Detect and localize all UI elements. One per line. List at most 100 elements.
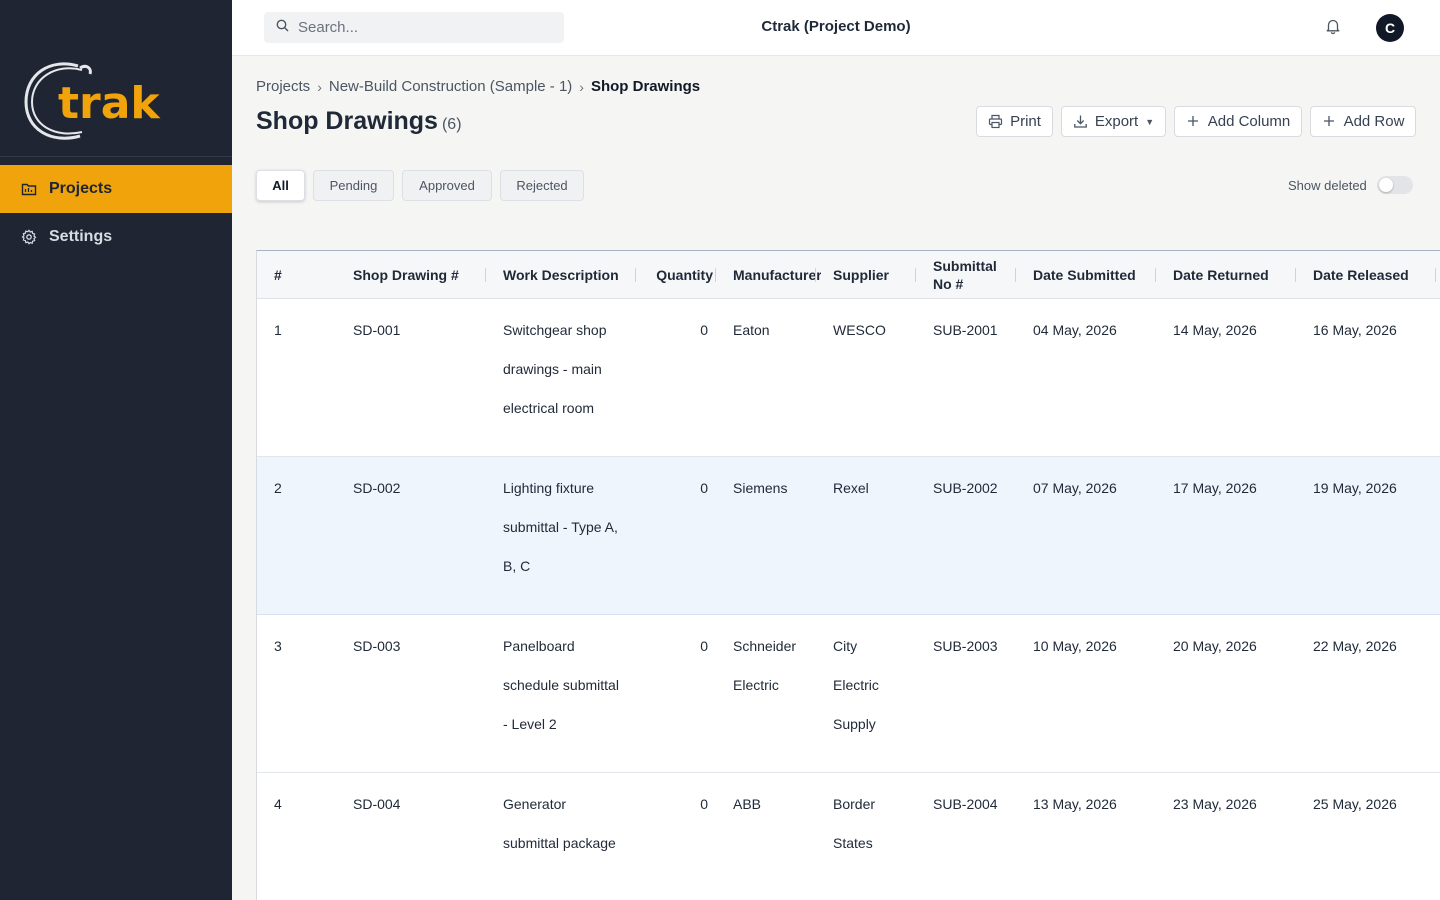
chevron-right-icon: › (317, 78, 322, 95)
col-number-cell: 2 (274, 480, 282, 496)
col-submittal-no-cell: SUB-2004 (933, 796, 998, 812)
page-title: Shop Drawings (6) (256, 107, 462, 136)
svg-text:trak: trak (58, 78, 161, 129)
page-title-text: Shop Drawings (256, 107, 438, 135)
table-row[interactable]: 1 SD-001 Switchgear shop drawings - main ele… (257, 299, 1440, 457)
sidebar-item-projects[interactable]: Projects (0, 165, 232, 213)
col-number-cell: 3 (274, 638, 282, 654)
column-resize-handle[interactable] (1295, 268, 1296, 282)
col-submittal-no-cell: SUB-2001 (933, 322, 998, 338)
col-number-cell: 4 (274, 796, 282, 812)
col-work-description-cell: Switchgear shop drawings - main electrical… (503, 322, 607, 416)
col-date-released-cell: 19 May, 2026 (1313, 480, 1397, 496)
col-shop-drawing-cell: SD-003 (353, 638, 401, 654)
plus-icon (1186, 114, 1202, 130)
export-button[interactable]: Export ▼ (1061, 106, 1166, 137)
col-supplier-cell: WESCO (833, 322, 886, 338)
col-submittal-no-cell: SUB-2003 (933, 638, 998, 654)
col-supplier-cell: Border States (833, 796, 876, 851)
folder-icon (20, 180, 38, 198)
sidebar-item-settings[interactable]: Settings (0, 213, 232, 261)
plus-icon (1322, 114, 1338, 130)
printer-icon (988, 114, 1004, 130)
col-number-cell: 1 (274, 322, 282, 338)
breadcrumb-project[interactable]: New-Build Construction (Sample - 1) (329, 78, 572, 95)
table-header: # Shop Drawing # Work Description Quantity M… (257, 251, 1440, 299)
col-submittal-no-cell: SUB-2002 (933, 480, 998, 496)
col-date-released-cell: 16 May, 2026 (1313, 322, 1397, 338)
print-button[interactable]: Print (976, 106, 1053, 137)
tab-rejected[interactable]: Rejected (500, 170, 584, 201)
column-resize-handle[interactable] (1015, 268, 1016, 282)
col-date-returned-cell: 14 May, 2026 (1173, 322, 1257, 338)
col-supplier-cell: Rexel (833, 480, 869, 496)
col-manufacturer-header[interactable]: Manufacturer (733, 251, 821, 299)
caret-down-icon: ▼ (1145, 116, 1155, 127)
app-title: Ctrak (Project Demo) (761, 18, 911, 35)
col-date-submitted-cell: 07 May, 2026 (1033, 480, 1117, 496)
column-resize-handle[interactable] (635, 268, 636, 282)
sidebar-divider (0, 156, 232, 157)
col-supplier-header[interactable]: Supplier (833, 251, 913, 299)
col-work-description-cell: Panelboard schedule submittal - Level 2 (503, 638, 619, 732)
col-manufacturer-cell: Eaton (733, 322, 770, 338)
col-number-header[interactable]: # (274, 251, 334, 299)
show-deleted-label: Show deleted (1288, 178, 1367, 193)
col-quantity-cell: 0 (700, 480, 708, 496)
add-column-label: Add Column (1207, 113, 1291, 130)
col-date-returned-header[interactable]: Date Returned (1173, 251, 1303, 299)
export-label: Export (1094, 113, 1139, 130)
add-column-button[interactable]: Add Column (1174, 106, 1302, 137)
column-resize-handle[interactable] (1155, 268, 1156, 282)
col-supplier-cell: City Electric Supply (833, 638, 879, 732)
col-quantity-header[interactable]: Quantity (653, 251, 713, 299)
col-quantity-cell: 0 (700, 322, 708, 338)
column-resize-handle[interactable] (715, 268, 716, 282)
shop-drawings-table: # Shop Drawing # Work Description Quantity M… (256, 250, 1440, 900)
row-count-badge: (6) (441, 116, 462, 133)
column-resize-handle[interactable] (815, 268, 816, 282)
tab-pending[interactable]: Pending (313, 170, 394, 201)
toggle-knob (1379, 178, 1393, 192)
add-row-label: Add Row (1343, 113, 1405, 130)
chevron-right-icon: › (579, 78, 584, 95)
col-date-submitted-cell: 13 May, 2026 (1033, 796, 1117, 812)
col-manufacturer-cell: Siemens (733, 480, 788, 496)
bell-icon[interactable] (1324, 17, 1344, 37)
col-date-released-header[interactable]: Date Released (1313, 251, 1433, 299)
col-shop-drawing-cell: SD-002 (353, 480, 401, 496)
download-icon (1073, 114, 1089, 130)
col-quantity-cell: 0 (700, 796, 708, 812)
col-manufacturer-cell: Schneider Electric (733, 638, 797, 693)
show-deleted-toggle[interactable] (1377, 176, 1413, 194)
tab-approved[interactable]: Approved (402, 170, 492, 201)
col-quantity-cell: 0 (700, 638, 708, 654)
column-resize-handle[interactable] (1435, 268, 1436, 282)
col-shop-drawing-header[interactable]: Shop Drawing # (353, 251, 483, 299)
col-date-released-cell: 25 May, 2026 (1313, 796, 1397, 812)
print-label: Print (1010, 113, 1041, 130)
sidebar-item-label: Projects (49, 180, 113, 197)
column-resize-handle[interactable] (485, 268, 486, 282)
add-row-button[interactable]: Add Row (1310, 106, 1416, 137)
col-submittal-no-header[interactable]: Submittal No # (933, 251, 1013, 299)
avatar[interactable]: C (1376, 14, 1404, 42)
topbar: Ctrak (Project Demo) C (232, 0, 1440, 56)
sidebar: trak Projects Settings (0, 0, 232, 900)
col-date-submitted-cell: 10 May, 2026 (1033, 638, 1117, 654)
breadcrumb: Projects › New-Build Construction (Sampl… (256, 78, 700, 95)
col-work-description-header[interactable]: Work Description (503, 251, 628, 299)
column-resize-handle[interactable] (915, 268, 916, 282)
table-row[interactable]: 3 SD-003 Panelboard schedule submittal - Lev… (257, 615, 1440, 773)
ctrak-logo[interactable]: trak (20, 60, 165, 144)
table-row[interactable]: 4 SD-004 Generator submittal package 0 ABB Bor… (257, 773, 1440, 900)
col-date-returned-cell: 23 May, 2026 (1173, 796, 1257, 812)
col-shop-drawing-cell: SD-004 (353, 796, 401, 812)
col-shop-drawing-cell: SD-001 (353, 322, 401, 338)
col-date-submitted-cell: 04 May, 2026 (1033, 322, 1117, 338)
col-date-submitted-header[interactable]: Date Submitted (1033, 251, 1163, 299)
tab-all[interactable]: All (256, 170, 305, 201)
sidebar-item-label: Settings (49, 228, 113, 245)
breadcrumb-projects[interactable]: Projects (256, 78, 310, 95)
table-row[interactable]: 2 SD-002 Lighting fixture submittal - Type … (257, 457, 1440, 615)
